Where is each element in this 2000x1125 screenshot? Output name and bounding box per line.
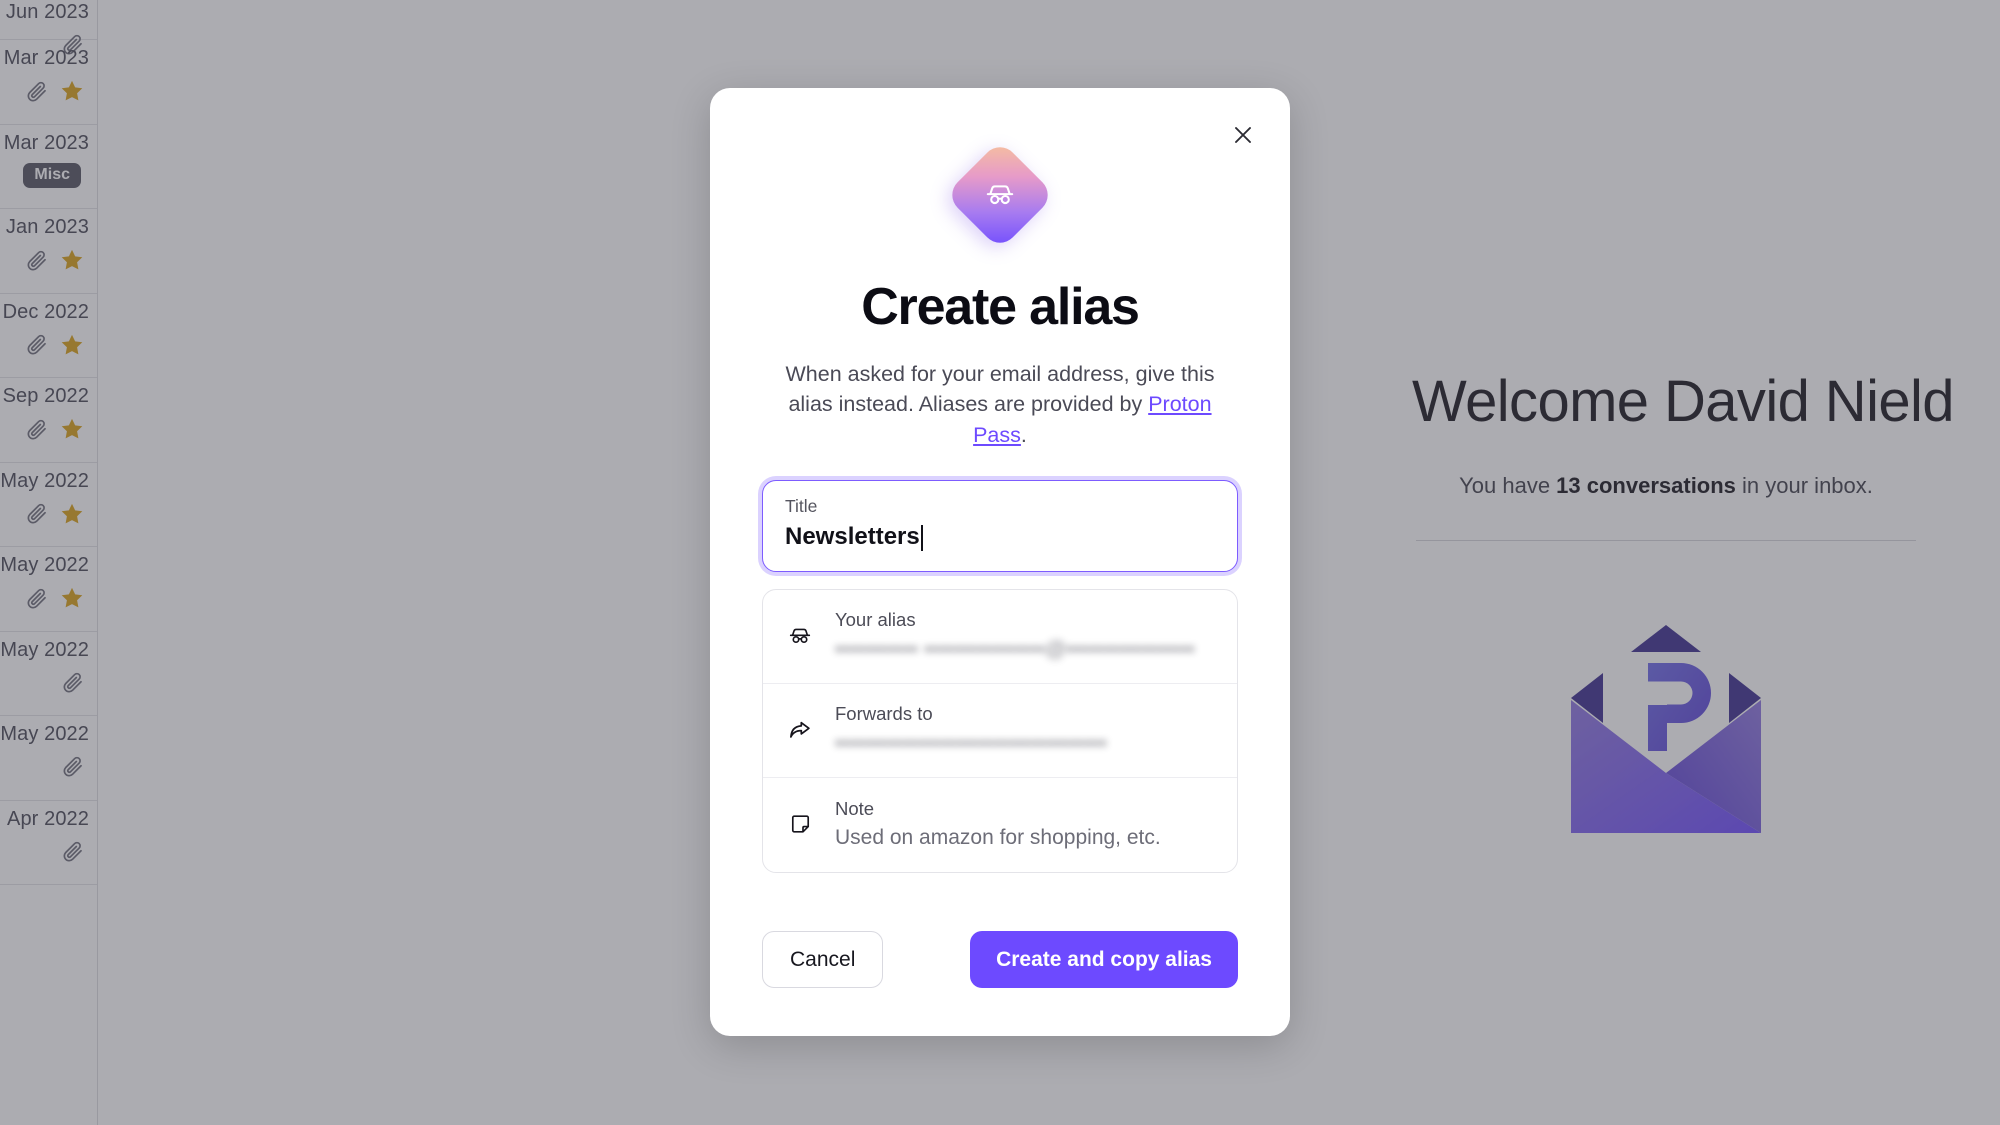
modal-description-suffix: . <box>1020 422 1027 447</box>
screen-root: Jun 2023 Mar 2023 Mar 2023 Misc Jan 2023 Dec … <box>0 0 2000 1125</box>
forwards-to-label: Forwards to <box>835 703 933 725</box>
create-alias-modal: Create alias When asked for your email a… <box>710 88 1290 1036</box>
title-input[interactable]: Title Newsletters <box>762 480 1238 573</box>
title-input-label: Title <box>785 496 818 517</box>
close-icon[interactable] <box>1220 112 1266 158</box>
alias-hero-icon-wrap <box>762 139 1238 251</box>
alias-value: ••••••••••• ••••••••••••••••@•••••••••••… <box>835 637 1195 661</box>
modal-description: When asked for your email address, give … <box>762 359 1238 451</box>
incognito-mask-icon <box>785 623 815 649</box>
alias-row-your-alias[interactable]: Your alias ••••••••••• ••••••••••••••••@… <box>763 590 1237 685</box>
alias-row-forwards-to[interactable]: Forwards to ••••••••••••••••••••••••••••… <box>763 684 1237 779</box>
create-and-copy-alias-button[interactable]: Create and copy alias <box>970 931 1238 988</box>
text-caret <box>920 524 923 551</box>
title-input-value-wrap: Newsletters <box>785 523 1215 552</box>
note-label: Note <box>835 797 875 819</box>
forwards-to-value: •••••••••••••••••••••••••••••••••••• <box>835 731 1107 755</box>
cancel-button[interactable]: Cancel <box>762 931 884 988</box>
forward-arrow-icon <box>785 717 815 743</box>
modal-actions: Cancel Create and copy alias <box>762 931 1238 988</box>
page-title: Create alias <box>861 278 1140 336</box>
alias-row-note[interactable]: Note Used on amazon for shopping, etc. <box>763 778 1237 872</box>
note-value: Used on amazon for shopping, etc. <box>835 826 1161 850</box>
note-icon <box>785 812 815 837</box>
incognito-mask-icon <box>944 139 1056 251</box>
alias-details-group: Your alias ••••••••••• ••••••••••••••••@… <box>762 589 1238 874</box>
title-input-value: Newsletters <box>785 523 920 551</box>
alias-label: Your alias <box>835 609 916 631</box>
incognito-mask-glyph <box>983 178 1017 212</box>
